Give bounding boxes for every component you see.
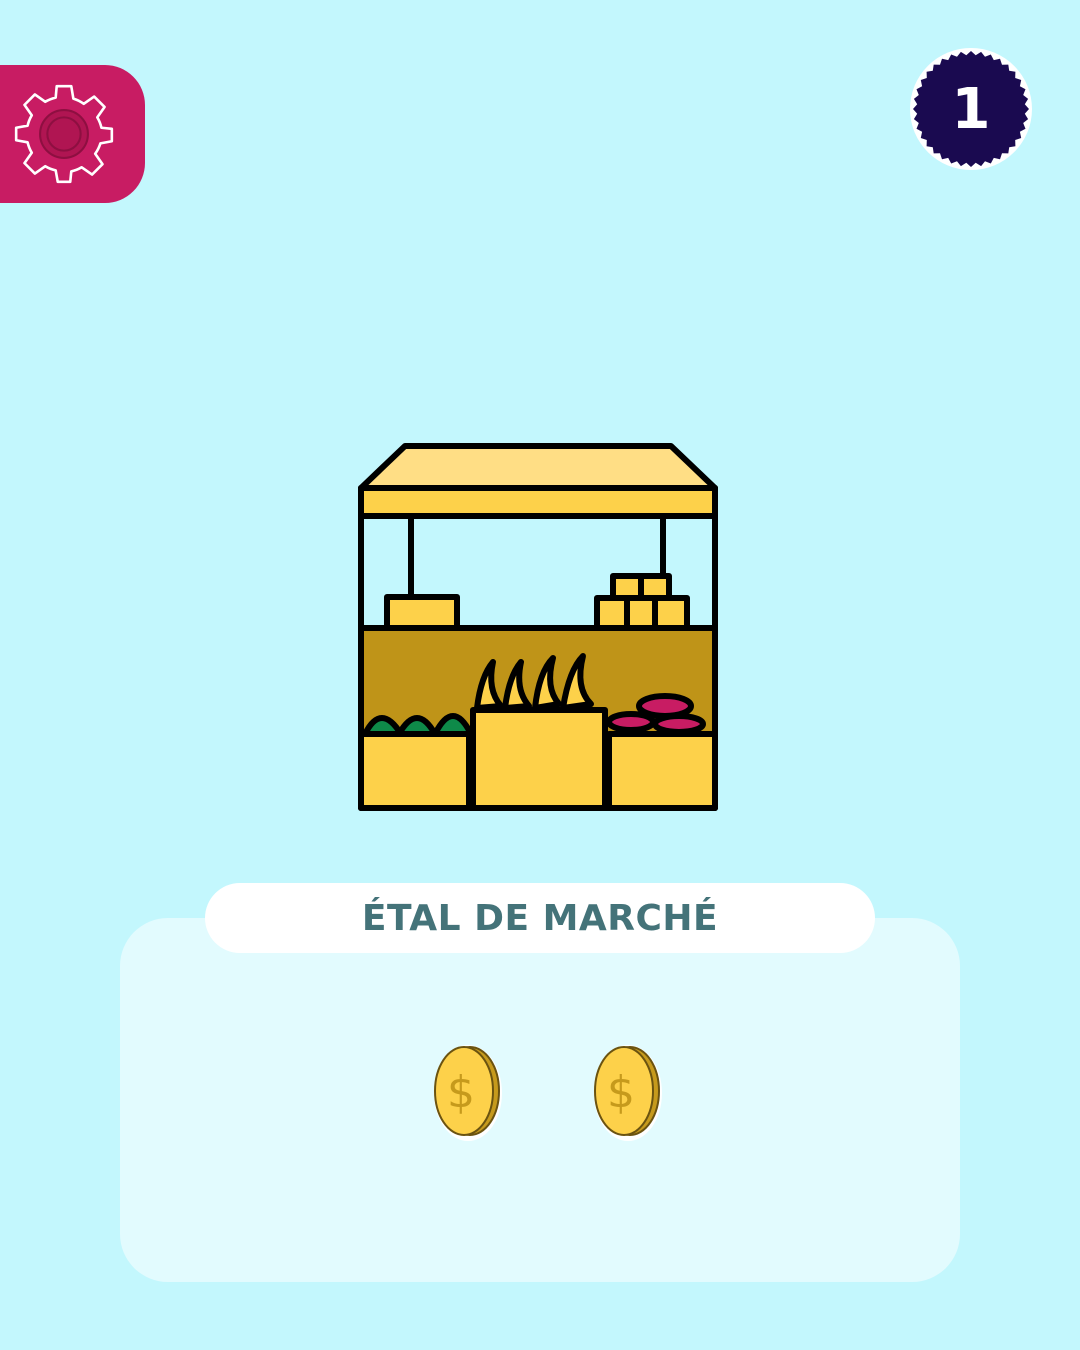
svg-text:$: $ [447, 1067, 475, 1118]
dollar-coin-icon: $ [434, 1045, 502, 1141]
item-name: ÉTAL DE MARCHÉ [361, 897, 719, 939]
coin-icon[interactable]: $ [432, 1045, 504, 1145]
svg-text:$: $ [607, 1067, 635, 1118]
coin-icon[interactable]: $ [592, 1045, 664, 1145]
settings-button[interactable] [0, 65, 145, 203]
dollar-coin-icon: $ [594, 1045, 662, 1141]
level-number: 1 [951, 76, 991, 142]
level-badge: 1 [908, 46, 1034, 172]
item-title-pill: ÉTAL DE MARCHÉ [205, 883, 875, 953]
gear-icon [14, 84, 113, 184]
market-stall-illustration [355, 440, 721, 812]
item-panel [120, 918, 960, 1282]
